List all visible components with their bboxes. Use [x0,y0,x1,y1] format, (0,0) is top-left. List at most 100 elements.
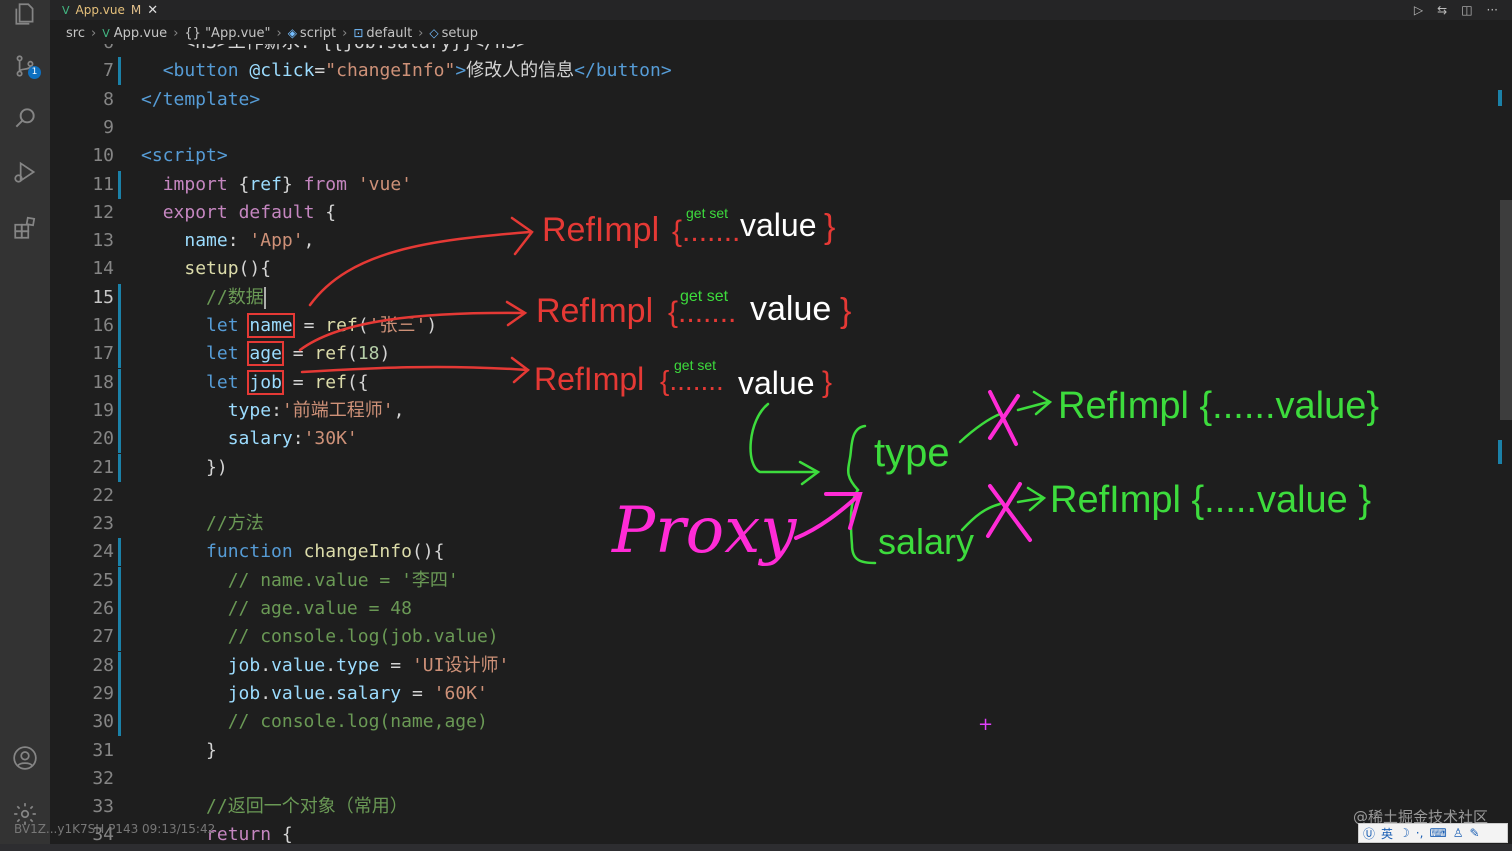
code-text[interactable]: <script> [141,142,228,170]
code-token: value [271,682,326,704]
tab-app-vue[interactable]: V App.vue M ✕ [62,0,158,20]
code-line[interactable]: 8 </template> [50,86,1500,114]
code-line[interactable]: 15 //数据 [50,283,1500,312]
breadcrumb-src[interactable]: src [66,26,85,41]
code-line[interactable]: 19 type:'前端工程师', [50,396,1500,425]
vertical-scrollbar[interactable] [1500,200,1512,420]
code-line[interactable]: 34 return { [50,821,1500,844]
code-token: } [281,173,304,195]
code-text[interactable]: export default { [141,199,336,227]
code-text[interactable]: job.value.salary = '60K' [141,680,488,708]
code-editor[interactable]: 6 <h3>工作薪水: {{job.salary}}</h3>7 <button… [50,44,1500,844]
code-text[interactable]: name: 'App', [141,227,314,255]
code-line[interactable]: 20 salary:'30K' [50,425,1500,454]
code-token: 18 [357,343,380,365]
breadcrumb: src › V App.vue › {} "App.vue" › ◈ scrip… [50,22,1512,44]
run-icon[interactable]: ▷ [1414,3,1423,17]
search-icon[interactable] [11,104,39,132]
code-text[interactable]: setup(){ [141,255,271,283]
code-text[interactable]: let name = ref('张三') [141,312,437,340]
code-line[interactable]: 29 job.value.salary = '60K' [50,679,1500,708]
code-text[interactable]: } [141,737,217,765]
extensions-icon[interactable] [11,214,39,242]
gutter-change-marker [118,482,121,510]
code-text[interactable]: </template> [141,86,260,114]
line-number: 13 [92,230,114,252]
account-icon[interactable] [11,744,39,772]
breadcrumb-default[interactable]: default [366,26,412,41]
code-text[interactable]: // console.log(name,age) [141,708,488,736]
code-text[interactable]: //数据 [141,284,266,312]
gutter-change-marker [118,566,121,595]
code-line[interactable]: 27 // console.log(job.value) [50,623,1500,652]
code-line[interactable]: 33 //返回一个对象（常用） [50,793,1500,821]
code-line[interactable]: 24 function changeInfo(){ [50,538,1500,567]
code-text[interactable]: // console.log(job.value) [141,623,499,651]
compare-icon[interactable]: ⇆ [1437,3,1447,17]
code-token: //数据 [206,286,264,308]
code-line[interactable]: 23 //方法 [50,510,1500,538]
code-line[interactable]: 18 let job = ref({ [50,368,1500,397]
code-text[interactable]: type:'前端工程师', [141,397,405,425]
breadcrumb-setup[interactable]: setup [442,26,478,41]
code-text[interactable]: <h3>工作薪水: {{job.salary}}</h3> [141,44,527,57]
code-text[interactable]: let age = ref(18) [141,340,390,368]
code-line[interactable]: 28 job.value.type = 'UI设计师' [50,651,1500,680]
ime-toolbar[interactable]: Ⓤ 英 ☽ ·, ⌨ ♙ ✎ [1358,823,1508,843]
line-number: 25 [92,569,114,591]
keyboard-icon[interactable]: ⌨ [1429,826,1446,840]
code-line[interactable]: 32 [50,765,1500,793]
code-token: = [314,60,326,82]
code-line[interactable]: 22 [50,482,1500,510]
breadcrumb-script[interactable]: script [300,26,336,41]
code-text[interactable]: //返回一个对象（常用） [141,793,408,821]
code-text[interactable]: job.value.type = 'UI设计师' [141,652,510,680]
tool-icon[interactable]: ✎ [1470,826,1480,840]
code-text[interactable]: //方法 [141,510,264,538]
code-line[interactable]: 17 let age = ref(18) [50,340,1500,369]
line-number: 27 [92,626,114,648]
code-token: = [292,315,326,336]
explorer-icon[interactable] [11,0,39,28]
code-line[interactable]: 16 let name = ref('张三') [50,312,1500,340]
user-icon[interactable]: ♙ [1453,826,1464,840]
code-line[interactable]: 14 setup(){ [50,255,1500,283]
code-text[interactable]: <button @click="changeInfo">修改人的信息</butt… [141,57,672,85]
code-line[interactable]: 21 }) [50,453,1500,482]
code-line[interactable]: 7 <button @click="changeInfo">修改人的信息</bu… [50,57,1500,86]
code-line[interactable]: 9 [50,114,1500,142]
code-text[interactable]: // name.value = '李四' [141,567,459,595]
code-text[interactable]: function changeInfo(){ [141,538,444,566]
close-icon[interactable]: ✕ [147,3,158,18]
moon-icon[interactable]: ☽ [1399,826,1410,840]
more-actions-icon[interactable]: ··· [1487,3,1498,17]
gutter-change-marker [118,679,121,708]
split-editor-icon[interactable]: ◫ [1461,3,1472,17]
code-line[interactable]: 26 // age.value = 48 [50,595,1500,623]
breadcrumb-file[interactable]: App.vue [114,26,167,41]
code-line[interactable]: 11 import {ref} from 'vue' [50,170,1500,199]
code-token: }) [141,456,228,478]
code-text[interactable]: let job = ref({ [141,369,369,397]
code-text[interactable]: import {ref} from 'vue' [141,171,412,199]
run-debug-icon[interactable] [11,158,39,186]
code-text[interactable]: // age.value = 48 [141,595,412,623]
code-line[interactable]: 12 export default { [50,199,1500,227]
code-line[interactable]: 13 name: 'App', [50,227,1500,255]
code-token: = [401,682,434,704]
code-token: "changeInfo" [325,60,456,82]
code-line[interactable]: 10 <script> [50,142,1500,170]
code-text[interactable]: salary:'30K' [141,425,358,453]
ime-language[interactable]: 英 [1381,825,1393,842]
gutter-change-marker [118,737,121,765]
code-line[interactable]: 6 <h3>工作薪水: {{job.salary}}</h3> [50,44,1500,57]
punctuation-icon[interactable]: ·, [1416,826,1424,840]
code-line[interactable]: 31 } [50,737,1500,765]
code-token: <script> [141,145,228,167]
code-line[interactable]: 30 // console.log(name,age) [50,708,1500,737]
code-text[interactable]: }) [141,454,228,482]
code-line[interactable]: 25 // name.value = '李四' [50,566,1500,595]
chevron-right-icon: › [418,25,424,41]
breadcrumb-object[interactable]: {} "App.vue" [184,26,270,41]
